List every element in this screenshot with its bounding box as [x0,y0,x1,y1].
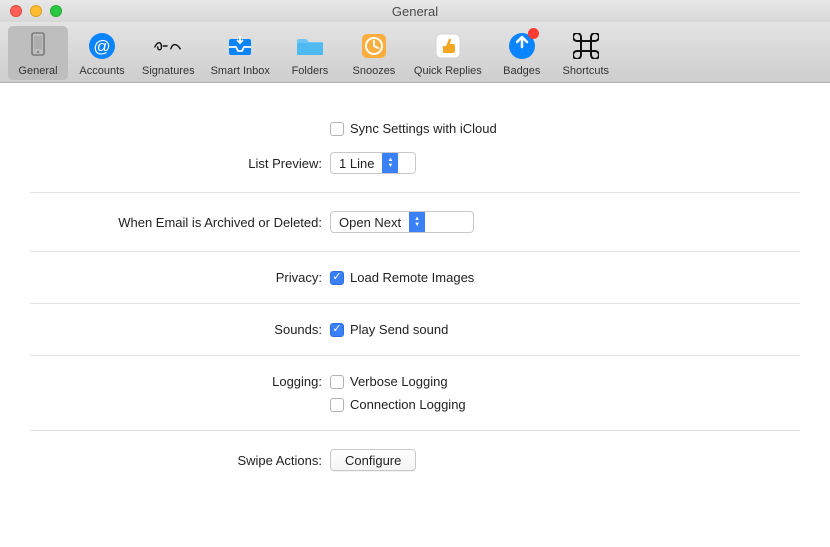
row-privacy: Privacy: ✓ Load Remote Images [30,262,800,293]
swipe-label: Swipe Actions: [30,453,330,468]
row-swipe: Swipe Actions: Configure [30,441,800,479]
row-archive: When Email is Archived or Deleted: Open … [30,203,800,241]
settings-content: Sync Settings with iCloud List Preview: … [0,83,830,499]
chevron-updown-icon: ▲▼ [409,212,425,232]
toolbar-item-quick-replies[interactable]: Quick Replies [408,26,488,80]
divider [30,355,800,356]
divider [30,192,800,193]
toolbar-label: Badges [503,65,540,77]
connection-checkbox[interactable] [330,398,344,412]
configure-button[interactable]: Configure [330,449,416,471]
inbox-icon [224,30,256,62]
titlebar: General [0,0,830,22]
command-icon [570,30,602,62]
privacy-label: Privacy: [30,270,330,285]
window-title: General [0,4,830,19]
badges-icon [506,30,538,62]
divider [30,251,800,252]
select-value: 1 Line [331,156,382,171]
play-send-checkbox[interactable]: ✓ [330,323,344,337]
toolbar-item-snoozes[interactable]: Snoozes [344,26,404,80]
toolbar-item-general[interactable]: General [8,26,68,80]
sounds-label: Sounds: [30,322,330,337]
toolbar-label: Smart Inbox [211,65,270,77]
at-sign-icon: @ [86,30,118,62]
general-icon [22,30,54,62]
row-logging: Logging: Verbose Logging [30,366,800,397]
divider [30,303,800,304]
folder-icon [294,30,326,62]
verbose-checkbox[interactable] [330,375,344,389]
sync-checkbox[interactable] [330,122,344,136]
signature-icon [152,30,184,62]
toolbar-label: Shortcuts [563,65,609,77]
notification-dot-icon [528,28,539,39]
select-value: Open Next [331,215,409,230]
toolbar-label: Quick Replies [414,65,482,77]
row-connection-logging: Connection Logging [30,397,800,420]
divider [30,430,800,431]
clock-icon [358,30,390,62]
sync-label: Sync Settings with iCloud [350,121,497,136]
toolbar-label: Snoozes [353,65,396,77]
logging-label: Logging: [30,374,330,389]
toolbar-item-signatures[interactable]: Signatures [136,26,201,80]
toolbar-label: Accounts [79,65,124,77]
svg-text:@: @ [93,37,110,56]
toolbar-item-badges[interactable]: Badges [492,26,552,80]
row-list-preview: List Preview: 1 Line ▲▼ [30,144,800,182]
row-sync: Sync Settings with iCloud [30,113,800,144]
verbose-label: Verbose Logging [350,374,448,389]
row-sounds: Sounds: ✓ Play Send sound [30,314,800,345]
play-send-label: Play Send sound [350,322,448,337]
load-remote-label: Load Remote Images [350,270,474,285]
toolbar-label: Signatures [142,65,195,77]
archive-select[interactable]: Open Next ▲▼ [330,211,474,233]
load-remote-checkbox[interactable]: ✓ [330,271,344,285]
toolbar-item-smart-inbox[interactable]: Smart Inbox [205,26,276,80]
toolbar-item-accounts[interactable]: @ Accounts [72,26,132,80]
thumbs-up-icon [432,30,464,62]
toolbar-item-shortcuts[interactable]: Shortcuts [556,26,616,80]
toolbar-label: Folders [292,65,329,77]
toolbar-item-folders[interactable]: Folders [280,26,340,80]
archive-label: When Email is Archived or Deleted: [30,215,330,230]
list-preview-label: List Preview: [30,156,330,171]
preferences-toolbar: General @ Accounts Signatures Smart Inbo… [0,22,830,83]
list-preview-select[interactable]: 1 Line ▲▼ [330,152,416,174]
chevron-updown-icon: ▲▼ [382,153,398,173]
toolbar-label: General [18,65,57,77]
connection-label: Connection Logging [350,397,466,412]
